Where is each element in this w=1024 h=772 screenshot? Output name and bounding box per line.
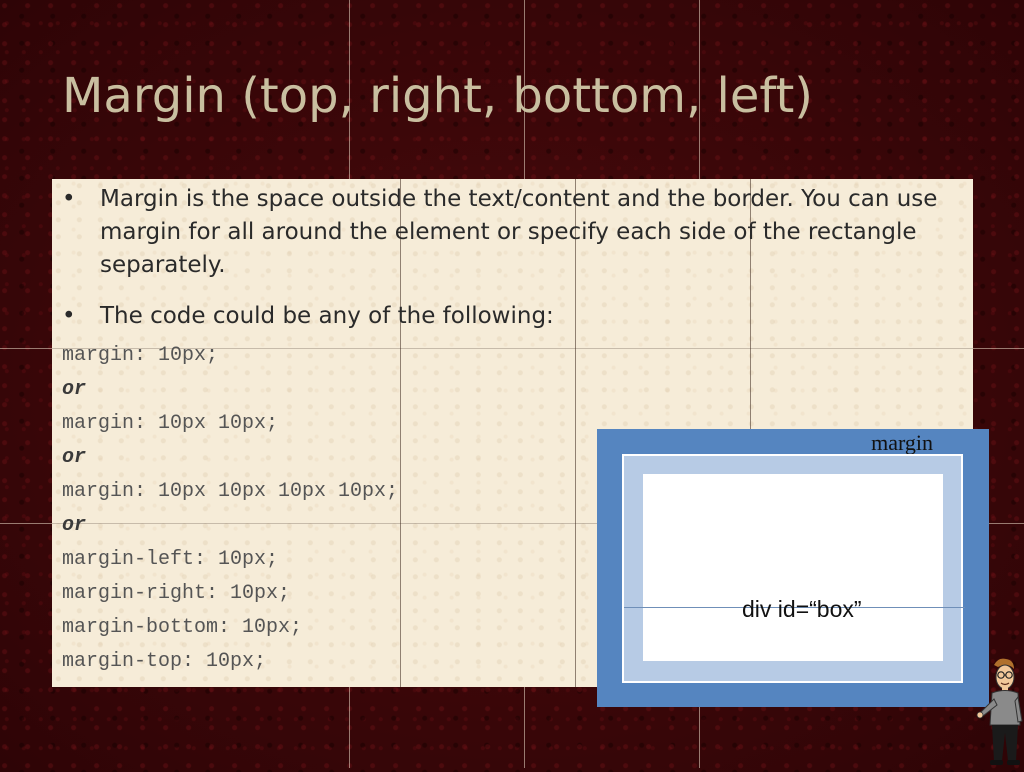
slide-title: Margin (top, right, bottom, left) [62,68,813,124]
code-line: margin: 10px 10px; [62,412,279,435]
code-line: margin-bottom: 10px; [62,616,303,639]
cartoon-presenter-icon [976,655,1024,768]
code-line: margin-left: 10px; [62,548,279,571]
code-line: margin-right: 10px; [62,582,291,605]
box-label: div id=“box” [742,596,862,622]
margin-label: margin [871,430,933,455]
code-separator: or [62,446,87,469]
bullet-text: The code could be any of the following: [100,303,554,329]
bullet-dot-icon: • [62,186,76,212]
code-line: margin-top: 10px; [62,650,267,673]
box-model-diagram: margin div id=“box” [597,429,989,707]
bullet-text: Margin is the space outside the text/con… [100,186,938,278]
code-separator: or [62,378,87,401]
border-area: div id=“box” [622,454,965,683]
code-line: margin: 10px 10px 10px 10px; [62,480,399,503]
bullet-list: • Margin is the space outside the text/c… [60,183,965,351]
code-separator: or [62,514,87,537]
bullet-item: • The code could be any of the following… [60,300,965,333]
code-examples: margin: 10px; or margin: 10px 10px; or m… [62,339,398,679]
bullet-item: • Margin is the space outside the text/c… [60,183,965,282]
content-area [643,474,943,661]
bullet-dot-icon: • [62,303,76,329]
code-line: margin: 10px; [62,344,219,367]
